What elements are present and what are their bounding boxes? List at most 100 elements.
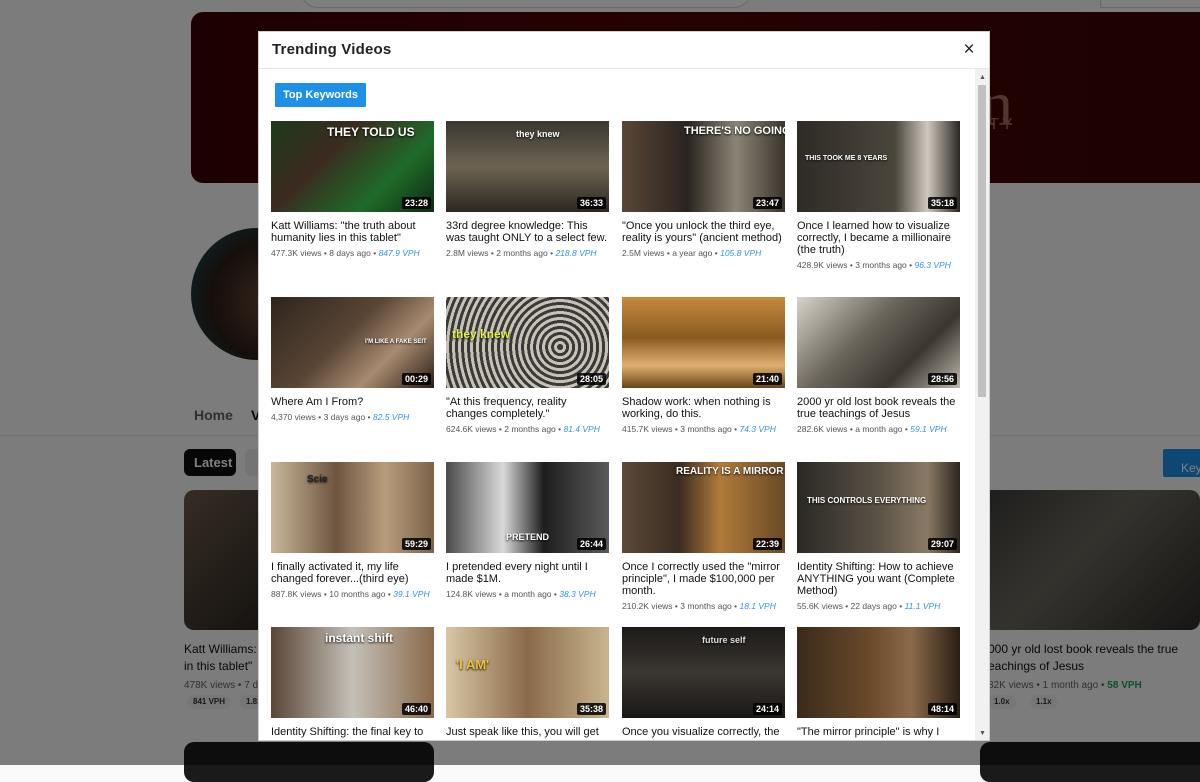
video-card[interactable]: 'I AM' 35:38 Just speak like this, you wil…: [446, 627, 609, 738]
video-card[interactable]: THEY TOLD US 23:28 Katt Williams: "the tru…: [271, 121, 434, 259]
video-title[interactable]: Once you visualize correctly, the: [622, 726, 785, 738]
video-title[interactable]: 2000 yr old lost book reveals the true t…: [797, 396, 960, 420]
vph-value: 96.3 VPH: [914, 260, 951, 270]
view-count: 428.9K views: [797, 260, 848, 270]
view-count: 2.5M views: [622, 248, 665, 258]
chevron-down-icon[interactable]: ▼: [979, 730, 986, 737]
top-keywords-button[interactable]: Top Keywords: [275, 83, 366, 107]
video-title[interactable]: "At this frequency, reality changes comp…: [446, 396, 609, 420]
view-count: 55.6K views: [797, 601, 843, 611]
upload-age: 10 months ago: [329, 589, 386, 599]
upload-age: 3 months ago: [680, 424, 732, 434]
video-card[interactable]: 48:14 "The mirror principle" is why I: [797, 627, 960, 738]
video-title[interactable]: I finally activated it, my life changed …: [271, 561, 434, 585]
video-meta: 428.9K views • 3 months ago • 96.3 VPH: [797, 259, 960, 271]
video-thumbnail[interactable]: 48:14: [797, 627, 960, 718]
video-thumbnail[interactable]: THIS TOOK ME 8 YEARS 35:18: [797, 121, 960, 212]
duration-badge: 48:14: [927, 703, 957, 715]
duration-badge: 22:39: [752, 538, 782, 550]
view-count: 415.7K views: [622, 424, 673, 434]
close-icon[interactable]: ×: [958, 39, 980, 61]
video-card[interactable]: they knew 28:05 "At this frequency, realit…: [446, 297, 609, 435]
meta-separator: •: [712, 248, 721, 258]
video-thumbnail[interactable]: I'M LIKE A FAKE SEIT 00:29: [271, 297, 434, 388]
view-count: 477.3K views: [271, 248, 322, 258]
video-card[interactable]: THIS CONTROLS EVERYTHING 29:07 Identity Sh…: [797, 462, 960, 612]
video-meta: 624.6K views • 2 months ago • 81.4 VPH: [446, 423, 609, 435]
duration-badge: 26:44: [576, 538, 606, 550]
video-title[interactable]: Once I correctly used the "mirror princi…: [622, 561, 785, 597]
video-title[interactable]: Identity Shifting: the final key to: [271, 726, 434, 738]
duration-badge: 28:05: [576, 373, 606, 385]
video-card[interactable]: I'M LIKE A FAKE SEIT 00:29 Where Am I From…: [271, 297, 434, 423]
chevron-up-icon[interactable]: ▲: [979, 74, 986, 81]
thumbnail-overlay-text: THIS TOOK ME 8 YEARS: [805, 155, 888, 162]
upload-age: a year ago: [672, 248, 713, 258]
video-thumbnail[interactable]: Scie 59:29: [271, 462, 434, 553]
video-thumbnail[interactable]: future self 24:14: [622, 627, 785, 718]
duration-badge: 28:56: [927, 373, 957, 385]
video-title[interactable]: I pretended every night until I made $1M…: [446, 561, 609, 585]
trending-videos-modal: Trending Videos × Top Keywords THEY TOLD…: [258, 31, 990, 741]
duration-badge: 21:40: [752, 373, 782, 385]
video-meta: 4,370 views • 3 days ago • 82.5 VPH: [271, 411, 434, 423]
duration-badge: 24:14: [752, 703, 782, 715]
duration-badge: 35:18: [927, 197, 957, 209]
meta-separator: •: [315, 412, 324, 422]
video-thumbnail[interactable]: 'I AM' 35:38: [446, 627, 609, 718]
vph-value: 847.9 VPH: [378, 248, 420, 258]
scrollbar-thumb[interactable]: [978, 85, 986, 397]
video-thumbnail[interactable]: REALITY IS A MIRROR 22:39: [622, 462, 785, 553]
video-title[interactable]: Shadow work: when nothing is working, do…: [622, 396, 785, 420]
video-card[interactable]: instant shift 46:40 Identity Shifting: the…: [271, 627, 434, 738]
video-thumbnail[interactable]: instant shift 46:40: [271, 627, 434, 718]
video-card[interactable]: future self 24:14 Once you visualize corre…: [622, 627, 785, 738]
video-title[interactable]: "Once you unlock the third eye, reality …: [622, 220, 785, 244]
video-title[interactable]: Identity Shifting: How to achieve ANYTHI…: [797, 561, 960, 597]
video-card[interactable]: they knew 36:33 33rd degree knowledge: Thi…: [446, 121, 609, 259]
video-title[interactable]: Just speak like this, you will get: [446, 726, 609, 738]
video-card[interactable]: 28:56 2000 yr old lost book reveals the t…: [797, 297, 960, 435]
duration-badge: 46:40: [401, 703, 431, 715]
video-meta: 210.2K views • 3 months ago • 18.1 VPH: [622, 600, 785, 612]
video-thumbnail[interactable]: THEY TOLD US 23:28: [271, 121, 434, 212]
video-meta: 415.7K views • 3 months ago • 74.3 VPH: [622, 423, 785, 435]
video-card[interactable]: REALITY IS A MIRROR 22:39 Once I correctly…: [622, 462, 785, 612]
video-thumbnail[interactable]: PRETEND 26:44: [446, 462, 609, 553]
video-card[interactable]: THIS TOOK ME 8 YEARS 35:18 Once I learned …: [797, 121, 960, 271]
video-card[interactable]: PRETEND 26:44 I pretended every night unti…: [446, 462, 609, 600]
video-thumbnail[interactable]: 28:56: [797, 297, 960, 388]
video-title[interactable]: Katt Williams: "the truth about humanity…: [271, 220, 434, 244]
video-thumbnail[interactable]: 21:40: [622, 297, 785, 388]
meta-separator: •: [370, 248, 379, 258]
vph-value: 105.8 VPH: [720, 248, 762, 258]
video-card[interactable]: 21:40 Shadow work: when nothing is workin…: [622, 297, 785, 435]
video-thumbnail[interactable]: they knew 28:05: [446, 297, 609, 388]
view-count: 4,370 views: [271, 412, 316, 422]
vph-value: 38.3 VPH: [559, 589, 596, 599]
scrollbar[interactable]: ▲ ▼: [975, 69, 989, 740]
video-card[interactable]: Scie 59:29 I finally activated it, my life…: [271, 462, 434, 600]
video-title[interactable]: "The mirror principle" is why I: [797, 726, 960, 738]
video-thumbnail[interactable]: THIS CONTROLS EVERYTHING 29:07: [797, 462, 960, 553]
video-meta: 124.8K views • a month ago • 38.3 VPH: [446, 588, 609, 600]
video-title[interactable]: Where Am I From?: [271, 396, 434, 408]
upload-age: 3 days ago: [323, 412, 366, 422]
video-thumbnail[interactable]: they knew 36:33: [446, 121, 609, 212]
video-card[interactable]: THERE'S NO GOING BACK 23:47 "Once you unlo…: [622, 121, 785, 259]
vph-value: 218.8 VPH: [555, 248, 597, 258]
video-title[interactable]: Once I learned how to visualize correctl…: [797, 220, 960, 256]
video-meta: 887.8K views • 10 months ago • 39.1 VPH: [271, 588, 434, 600]
modal-title: Trending Videos: [272, 41, 392, 58]
modal-content[interactable]: Top Keywords THEY TOLD US 23:28 Katt Willi…: [259, 69, 975, 740]
duration-badge: 36:33: [576, 197, 606, 209]
view-count: 624.6K views: [446, 424, 497, 434]
upload-age: 3 months ago: [855, 260, 907, 270]
meta-separator: •: [896, 601, 905, 611]
view-count: 282.6K views: [797, 424, 848, 434]
video-meta: 477.3K views • 8 days ago • 847.9 VPH: [271, 247, 434, 259]
video-title[interactable]: 33rd degree knowledge: This was taught O…: [446, 220, 609, 244]
video-thumbnail[interactable]: THERE'S NO GOING BACK 23:47: [622, 121, 785, 212]
vph-value: 39.1 VPH: [393, 589, 430, 599]
upload-age: a month ago: [504, 589, 552, 599]
